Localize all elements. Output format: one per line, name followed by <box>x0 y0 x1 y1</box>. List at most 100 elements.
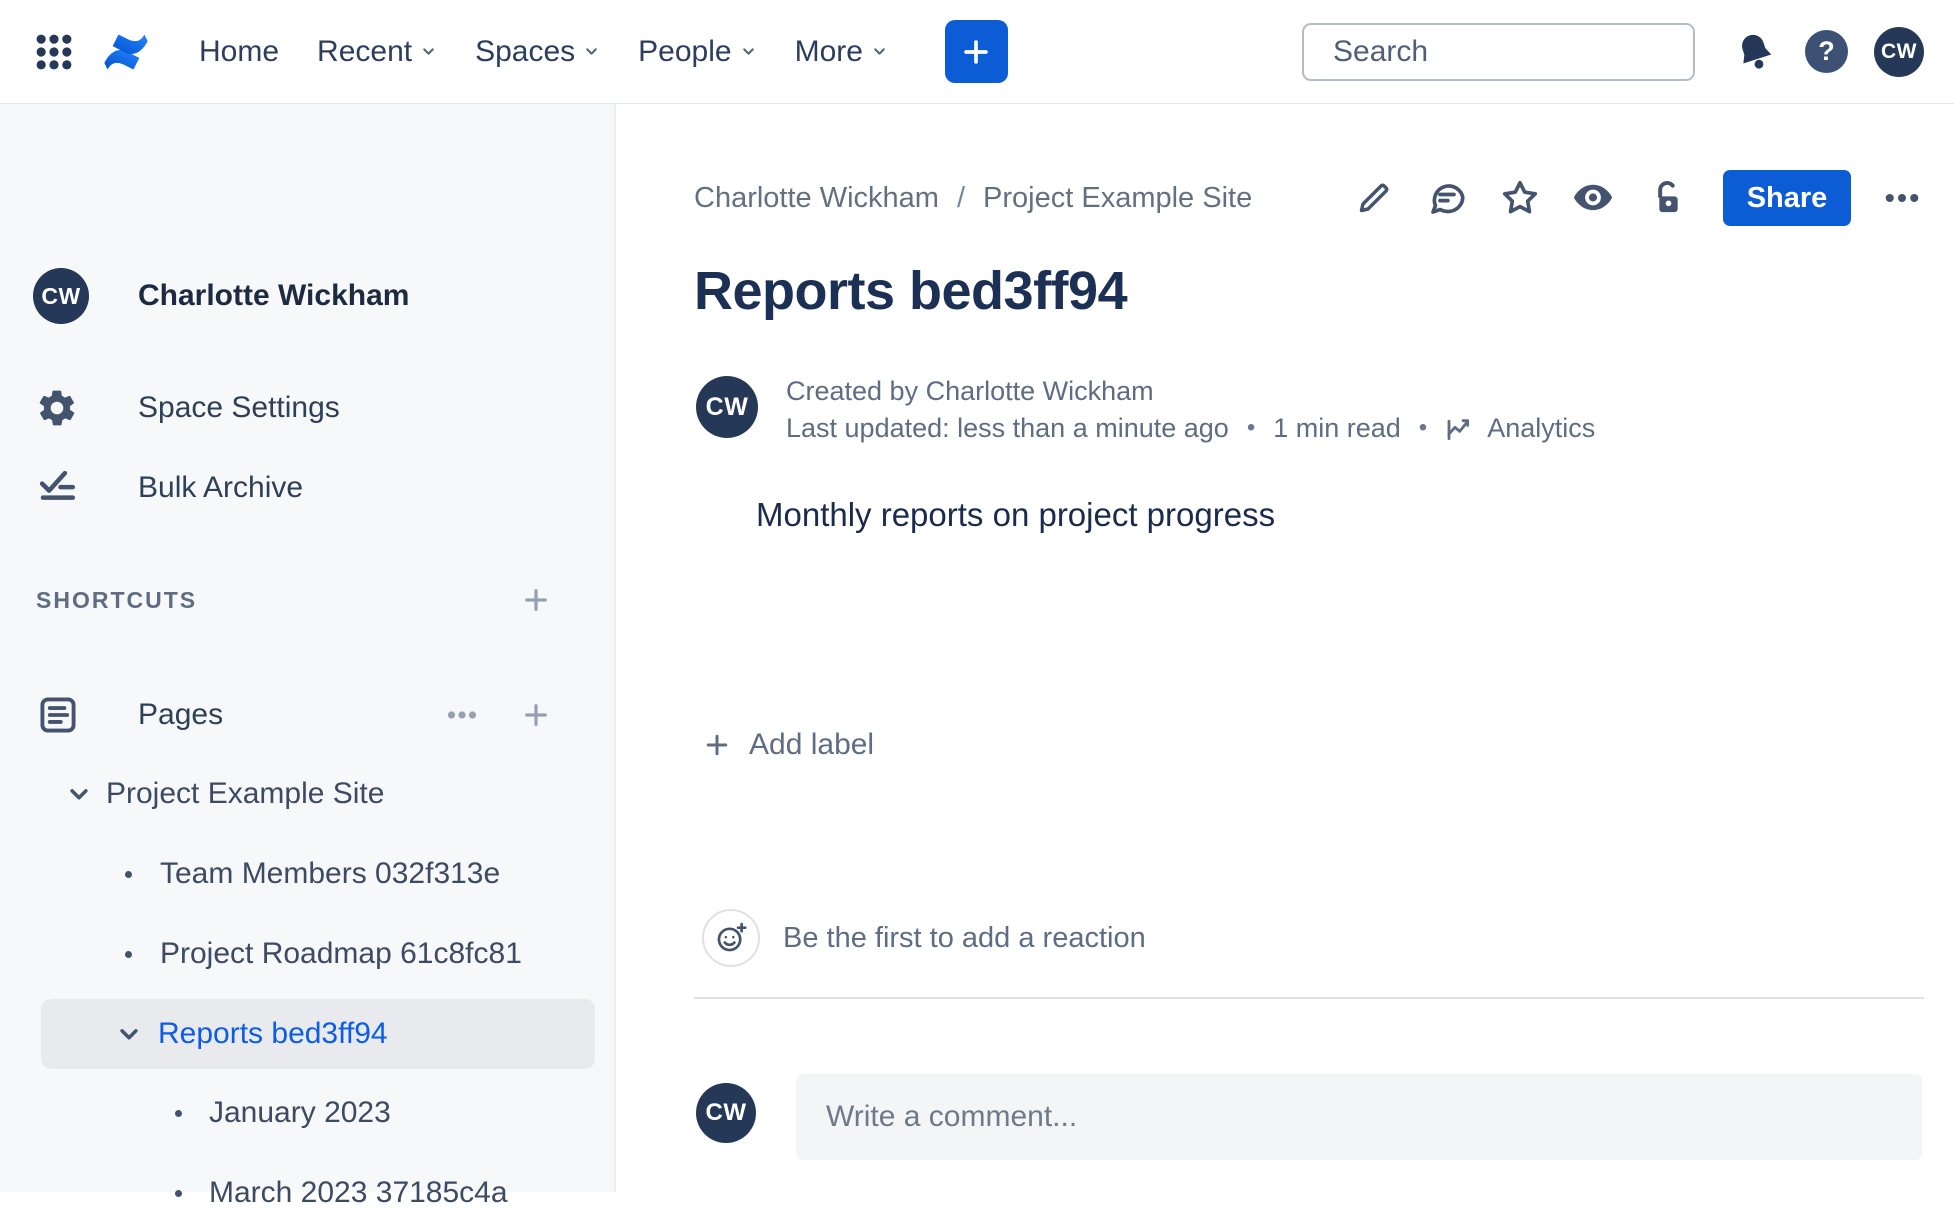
chevron-down-icon <box>120 1029 138 1040</box>
nav-spaces[interactable]: Spaces <box>456 21 619 83</box>
sidebar-item-space-settings[interactable]: Space Settings <box>33 380 340 436</box>
nav-spaces-label: Spaces <box>475 34 576 68</box>
commenter-avatar: CW <box>696 1083 756 1143</box>
nav-more[interactable]: More <box>776 21 907 83</box>
notifications-bell-icon[interactable] <box>1729 26 1781 78</box>
share-button-label: Share <box>1746 181 1828 214</box>
tree-item-label: Reports bed3ff94 <box>158 1017 388 1050</box>
chevron-down-icon <box>742 48 754 55</box>
space-name: Charlotte Wickham <box>138 279 410 312</box>
meta-separator: • <box>1418 414 1428 441</box>
bullet-icon <box>170 1109 186 1117</box>
nav-people-label: People <box>638 34 732 68</box>
bullet-icon <box>170 1189 186 1197</box>
nav-recent-label: Recent <box>317 34 413 68</box>
bulk-archive-label: Bulk Archive <box>138 471 304 504</box>
space-avatar: CW <box>33 268 89 324</box>
comment-input-box[interactable] <box>796 1074 1922 1160</box>
confluence-logo-icon[interactable] <box>98 26 154 78</box>
breadcrumb: Charlotte Wickham / Project Example Site <box>694 182 1252 215</box>
page-title: Reports bed3ff94 <box>694 261 1128 321</box>
add-reaction-icon[interactable] <box>702 909 760 967</box>
sidebar-item-bulk-archive[interactable]: Bulk Archive <box>33 460 303 516</box>
share-button[interactable]: Share <box>1723 170 1851 226</box>
analytics-label: Analytics <box>1487 412 1596 443</box>
bullet-icon <box>120 950 136 958</box>
tree-item-label: January 2023 <box>209 1096 391 1129</box>
shortcuts-section: SHORTCUTS <box>36 580 558 620</box>
chevron-down-icon <box>874 48 885 55</box>
comment-icon[interactable] <box>1425 176 1469 220</box>
space-sidebar: CW Charlotte Wickham Space Settings Bulk… <box>0 104 616 1209</box>
add-label-button[interactable]: Add label <box>702 720 874 770</box>
meta-separator: • <box>1246 414 1256 441</box>
bullet-icon <box>120 870 136 878</box>
search-field[interactable] <box>1302 22 1719 81</box>
app-switcher-icon[interactable] <box>30 28 78 76</box>
author-avatar[interactable]: CW <box>696 376 758 438</box>
primary-nav: Home Recent Spaces People More <box>180 21 907 83</box>
space-avatar-initials: CW <box>41 282 81 309</box>
plus-icon <box>525 589 547 611</box>
user-avatar-initials: CW <box>1881 39 1917 63</box>
tree-item-label: Project Example Site <box>106 777 385 810</box>
add-label-text: Add label <box>749 728 875 761</box>
nav-recent[interactable]: Recent <box>298 21 456 83</box>
edit-icon[interactable] <box>1352 176 1396 220</box>
more-actions-icon[interactable] <box>1880 176 1924 220</box>
pages-label: Pages <box>138 698 224 731</box>
plus-icon <box>525 704 547 726</box>
tree-item-team-members[interactable]: Team Members 032f313e <box>41 839 595 909</box>
pages-more-actions-icon[interactable] <box>440 693 484 737</box>
pages-icon <box>36 693 80 737</box>
tree-item-project-example-site[interactable]: Project Example Site <box>41 759 595 829</box>
search-input[interactable] <box>1333 34 1719 69</box>
bulk-archive-icon <box>33 467 81 509</box>
nav-home[interactable]: Home <box>180 21 298 83</box>
section-divider <box>694 997 1924 999</box>
nav-people[interactable]: People <box>619 21 775 83</box>
create-button[interactable] <box>944 20 1008 83</box>
tree-item-label: March 2023 37185c4a <box>209 1176 508 1209</box>
comment-input[interactable] <box>796 1100 1922 1134</box>
nav-home-label: Home <box>199 34 280 68</box>
help-glyph: ? <box>1818 36 1835 66</box>
created-by-text[interactable]: Created by Charlotte Wickham <box>786 376 1154 407</box>
last-updated-text[interactable]: Last updated: less than a minute ago <box>786 413 1229 444</box>
reaction-prompt: Be the first to add a reaction <box>783 921 1146 954</box>
breadcrumb-parent-link[interactable]: Project Example Site <box>983 182 1252 215</box>
add-shortcut-button[interactable] <box>514 578 558 622</box>
tree-item-march-2023[interactable]: March 2023 37185c4a <box>41 1158 595 1228</box>
breadcrumb-space-link[interactable]: Charlotte Wickham <box>694 182 939 215</box>
tree-item-project-roadmap[interactable]: Project Roadmap 61c8fc81 <box>41 919 595 989</box>
shortcuts-heading: SHORTCUTS <box>36 586 198 613</box>
analytics-link[interactable]: Analytics <box>1445 412 1595 444</box>
chevron-down-icon <box>70 789 88 800</box>
tree-item-label: Team Members 032f313e <box>160 857 501 890</box>
watch-eye-icon[interactable] <box>1571 176 1615 220</box>
tree-item-reports-selected[interactable]: Reports bed3ff94 <box>41 999 595 1069</box>
star-icon[interactable] <box>1498 176 1542 220</box>
tree-item-label: Project Roadmap 61c8fc81 <box>160 937 522 970</box>
add-page-button[interactable] <box>514 693 558 737</box>
user-avatar[interactable]: CW <box>1874 26 1924 77</box>
page-content: Charlotte Wickham / Project Example Site <box>618 104 1954 1192</box>
page-body-paragraph: Monthly reports on project progress <box>756 496 1276 533</box>
page-header: Charlotte Wickham / Project Example Site <box>694 168 1924 228</box>
reaction-section: Be the first to add a reaction <box>702 909 1146 967</box>
gear-icon <box>33 387 81 429</box>
read-time-text: 1 min read <box>1273 412 1401 443</box>
top-navigation-bar: Home Recent Spaces People More Search ? … <box>0 0 1954 104</box>
space-header[interactable]: CW Charlotte Wickham <box>33 268 409 324</box>
plus-icon <box>706 734 728 756</box>
chevron-down-icon <box>423 48 434 55</box>
help-icon[interactable]: ? <box>1805 30 1848 73</box>
unlock-icon[interactable] <box>1644 176 1688 220</box>
tree-item-january-2023[interactable]: January 2023 <box>41 1078 595 1148</box>
page-actions: Share <box>1352 170 1924 226</box>
space-settings-label: Space Settings <box>138 391 340 424</box>
comment-section: CW <box>696 1074 1922 1160</box>
pages-section-header[interactable]: Pages <box>36 685 558 745</box>
chevron-down-icon <box>586 48 597 55</box>
breadcrumb-separator: / <box>956 181 966 214</box>
